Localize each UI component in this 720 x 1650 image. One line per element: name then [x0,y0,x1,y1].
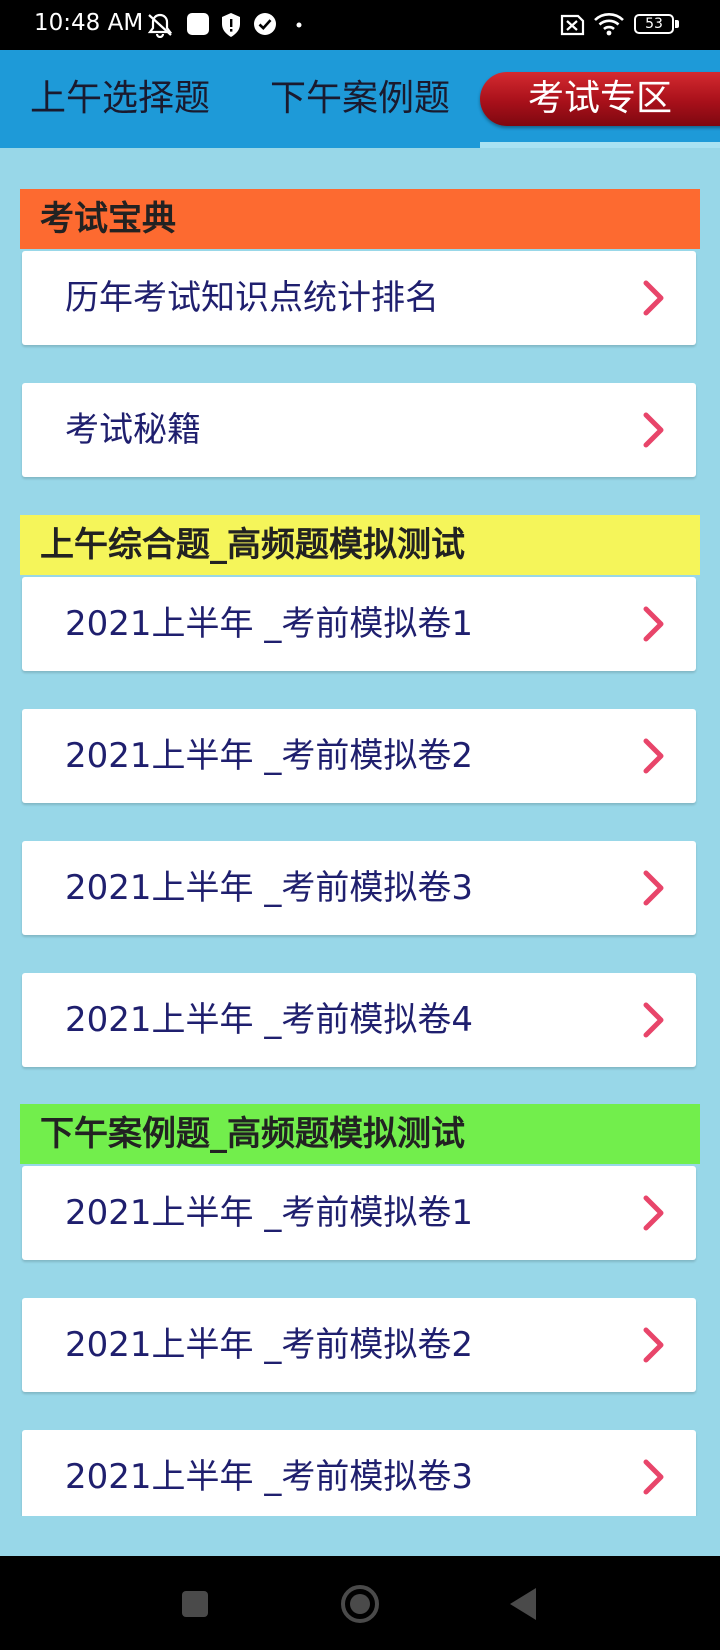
list-item[interactable]: 2021上半年 _考前模拟卷2 [22,1298,696,1392]
recents-square-icon[interactable] [180,1589,210,1619]
notifications-off-icon [147,13,173,38]
shield-icon [222,13,240,37]
chevron-right-icon [643,280,664,316]
tab-exam-zone[interactable]: 考试专区 [480,50,720,148]
sim-x-icon [560,14,585,36]
list-item[interactable]: 2021上半年 _考前模拟卷3 [22,841,696,935]
chevron-right-icon [643,1327,664,1363]
check-circle-icon [254,13,276,35]
list-item-label: 考试秘籍 [65,410,201,450]
tab-morning-choice[interactable]: 上午选择题 [0,50,240,148]
chevron-right-icon [643,606,664,642]
status-bar: 10:48 AM 53 [0,0,720,50]
chevron-right-icon [643,738,664,774]
section-header-exam-guide: 考试宝典 [20,189,700,249]
list-item[interactable]: 考试秘籍 [22,383,696,477]
chevron-right-icon [643,1002,664,1038]
battery-icon: 53 [634,14,680,36]
list-item-label: 历年考试知识点统计排名 [65,278,439,318]
list-item[interactable]: 2021上半年 _考前模拟卷2 [22,709,696,803]
list-item-label: 2021上半年 _考前模拟卷2 [65,736,473,776]
tab-afternoon-case[interactable]: 下午案例题 [240,50,480,148]
status-time: 10:48 AM [34,10,144,36]
list-item-label: 2021上半年 _考前模拟卷1 [65,604,473,644]
list-item-label: 2021上半年 _考前模拟卷4 [65,1000,473,1040]
tab-bar: 上午选择题 下午案例题 考试专区 [0,50,720,148]
dot-icon [296,22,302,28]
list-item[interactable]: 2021上半年 _考前模拟卷4 [22,973,696,1067]
app-square-icon [187,13,209,35]
list-item-label: 2021上半年 _考前模拟卷3 [65,868,473,908]
home-circle-icon[interactable] [340,1584,380,1624]
list-item[interactable]: 历年考试知识点统计排名 [22,251,696,345]
chevron-right-icon [643,1459,664,1495]
chevron-right-icon [643,1195,664,1231]
chevron-right-icon [643,412,664,448]
list-item[interactable]: 2021上半年 _考前模拟卷1 [22,577,696,671]
chevron-right-icon [643,870,664,906]
list-item[interactable]: 2021上半年 _考前模拟卷1 [22,1166,696,1260]
battery-level: 53 [645,16,663,32]
back-triangle-icon[interactable] [508,1586,538,1622]
navigation-bar [0,1556,720,1650]
section-header-morning-mock: 上午综合题_高频题模拟测试 [20,515,700,575]
list-item-label: 2021上半年 _考前模拟卷3 [65,1457,473,1497]
list-item[interactable]: 2021上半年 _考前模拟卷3 [22,1430,696,1516]
list-item-label: 2021上半年 _考前模拟卷2 [65,1325,473,1365]
wifi-icon [594,13,624,36]
list-item-label: 2021上半年 _考前模拟卷1 [65,1193,473,1233]
section-header-afternoon-mock: 下午案例题_高频题模拟测试 [20,1104,700,1164]
content-list[interactable]: 考试宝典 历年考试知识点统计排名 考试秘籍 上午综合题_高频题模拟测试 2021… [0,148,720,1516]
